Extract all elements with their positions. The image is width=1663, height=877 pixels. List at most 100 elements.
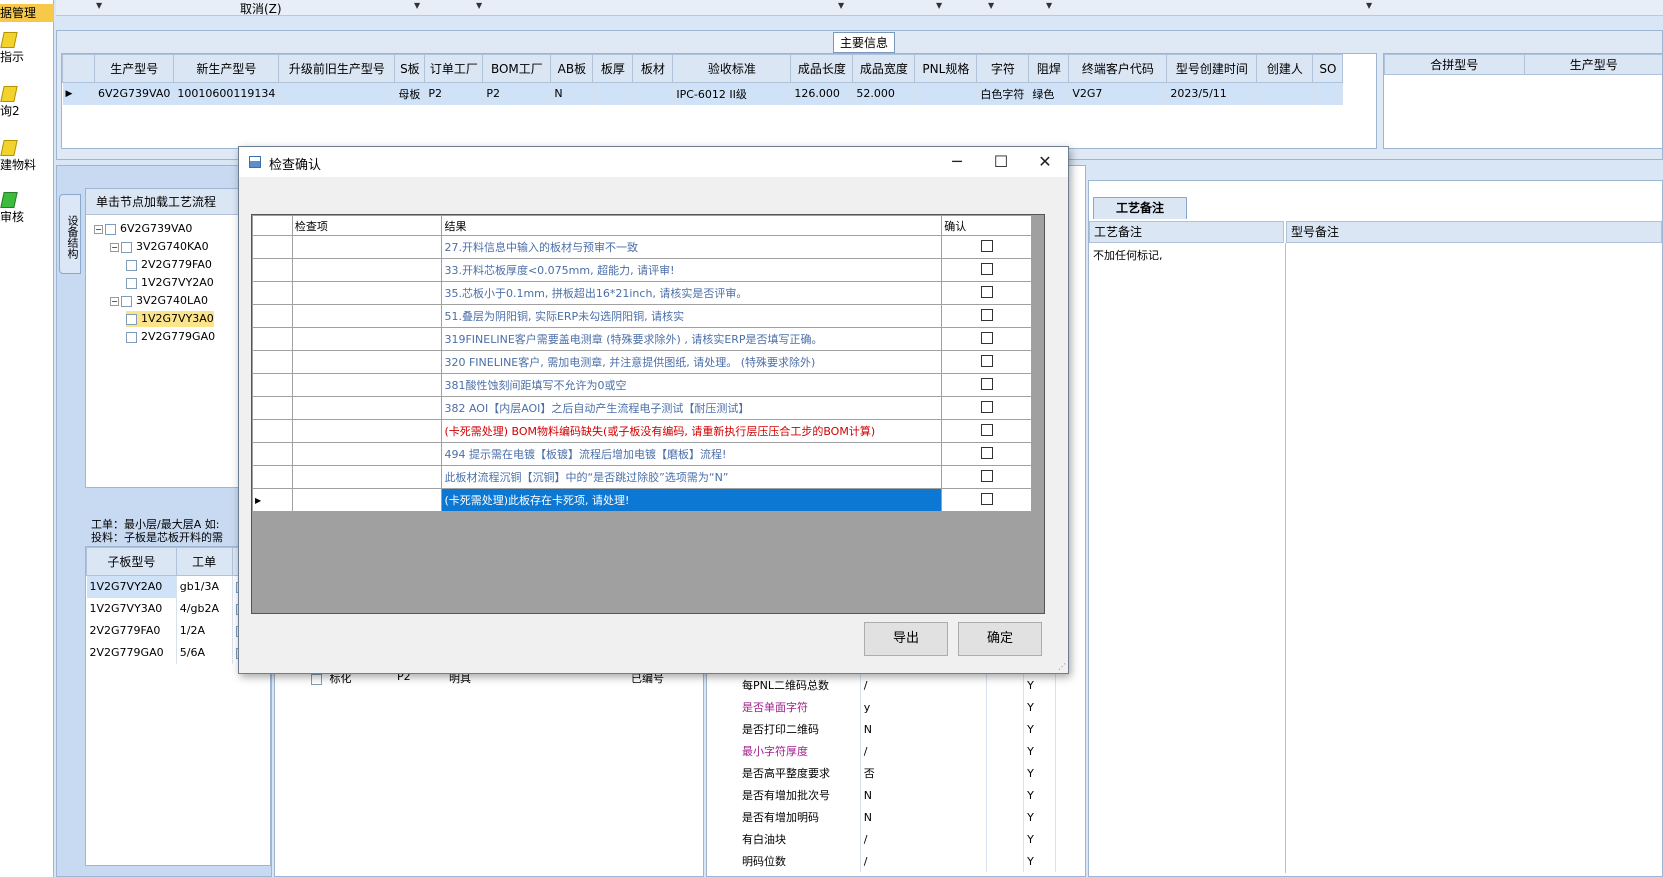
result-cell[interactable]: (卡死需处理) BOM物料编码缺失(或子板没有编码, 请重新执行层压压合工步的B… [441, 419, 943, 443]
param-value[interactable]: / [860, 850, 988, 872]
table-row[interactable]: 明码位数 / Y [739, 850, 1085, 872]
table-row[interactable]: (卡死需处理) BOM物料编码缺失(或子板没有编码, 请重新执行层压压合工步的B… [252, 419, 1032, 443]
check-item-cell[interactable] [291, 442, 443, 466]
table-cell[interactable]: 白色字符 [976, 82, 1030, 105]
dialog-titlebar[interactable]: 检查确认 ─ ☐ ✕ [239, 147, 1068, 177]
param-value[interactable]: / [860, 828, 988, 850]
confirm-checkbox[interactable] [980, 308, 993, 321]
result-cell[interactable]: 381酸性蚀刻间距填写不允许为0或空 [441, 373, 943, 397]
table-cell[interactable]: 126.000 [790, 82, 854, 105]
collapse-icon[interactable]: − [110, 296, 119, 306]
tab-device-structure[interactable]: 设备结构 [59, 194, 81, 274]
confirm-checkbox[interactable] [980, 446, 993, 459]
check-item-cell[interactable] [291, 235, 443, 259]
column-header[interactable]: 创建人 [1256, 54, 1314, 83]
dropdown-arrow-icon[interactable]: ▼ [1366, 1, 1372, 10]
check-item-cell[interactable] [291, 258, 443, 282]
column-header-check-item[interactable]: 检查项 [291, 215, 443, 236]
resize-grip-icon[interactable]: ⋰ [1058, 662, 1066, 671]
column-header[interactable]: BOM工厂 [482, 54, 552, 83]
check-item-cell[interactable] [291, 281, 443, 305]
tree-node[interactable]: − 3V2G740KA0 [110, 239, 209, 255]
param-value[interactable]: 否 [860, 762, 988, 784]
table-cell[interactable] [278, 82, 396, 105]
table-row[interactable]: 是否高平整度要求否 Y [739, 762, 1085, 784]
confirm-checkbox[interactable] [980, 377, 993, 390]
table-cell[interactable]: P2 [424, 82, 484, 105]
table-row[interactable]: ▶ (卡死需处理)此板存在卡死项, 请处理! [252, 488, 1032, 512]
check-item-cell[interactable] [291, 396, 443, 420]
maximize-icon[interactable]: ☐ [979, 147, 1023, 177]
column-header[interactable]: 合拼型号 [1384, 54, 1525, 75]
check-items-grid[interactable]: 检查项 结果 确认 27.开料信息中输入的板材与预审不一致 33.开料芯板厚度<0… [251, 214, 1045, 614]
table-row[interactable]: 27.开料信息中输入的板材与预审不一致 [252, 235, 1032, 259]
tree-node[interactable]: 1V2G7VY2A0 [126, 275, 214, 291]
confirm-checkbox[interactable] [980, 400, 993, 413]
tab-process-remarks[interactable]: 工艺备注 [1093, 197, 1187, 219]
table-row[interactable]: 494 提示需在电镀【板镀】流程后增加电镀【磨板】流程! [252, 442, 1032, 466]
table-cell[interactable]: 10010600119134 [173, 82, 280, 105]
table-cell[interactable]: 绿色 [1028, 82, 1070, 105]
param-value[interactable]: N [860, 718, 988, 740]
node-checkbox[interactable] [126, 277, 137, 289]
table-cell[interactable]: 52.000 [852, 82, 916, 105]
cancel-button[interactable]: 取消(Z) [240, 0, 282, 17]
table-cell[interactable] [1256, 82, 1314, 105]
result-cell[interactable]: 33.开料芯板厚度<0.075mm, 超能力, 请评审! [441, 258, 943, 282]
tree-node[interactable]: − 3V2G740LA0 [110, 293, 208, 309]
column-header[interactable]: 阻焊 [1028, 54, 1070, 83]
tree-node[interactable]: 1V2G7VY3A0 [126, 311, 214, 327]
table-row[interactable]: 是否有增加明码 N Y [739, 806, 1085, 828]
check-item-cell[interactable] [291, 350, 443, 374]
param-value[interactable]: / [860, 740, 988, 762]
nav-item-query2[interactable]: 询2 [0, 86, 54, 119]
check-item-cell[interactable] [291, 465, 443, 489]
confirm-checkbox[interactable] [980, 423, 993, 436]
collapse-icon[interactable]: − [110, 242, 119, 252]
dropdown-arrow-icon[interactable]: ▼ [414, 1, 420, 10]
node-checkbox[interactable] [126, 259, 137, 271]
result-cell[interactable]: 382 AOI【内层AOI】之后自动产生流程电子测试【耐压测试】 [441, 396, 943, 420]
table-row[interactable]: 319FINELINE客户需要盖电测章 (特殊要求除外) , 请核实ERP是否填… [252, 327, 1032, 351]
close-icon[interactable]: ✕ [1023, 147, 1067, 177]
confirm-checkbox[interactable] [980, 285, 993, 298]
ok-button[interactable]: 确定 [958, 622, 1042, 656]
table-row[interactable]: 是否打印二维码 N Y [739, 718, 1085, 740]
table-cell[interactable]: 2023/5/11 [1166, 82, 1258, 105]
row-checkbox[interactable] [311, 673, 322, 685]
check-item-cell[interactable] [291, 304, 443, 328]
table-cell[interactable]: 母板 [394, 82, 426, 105]
result-cell[interactable]: 27.开料信息中输入的板材与预审不一致 [441, 235, 943, 259]
nav-item-data-management[interactable]: 据管理 [0, 4, 54, 22]
process-remark-text[interactable]: 不加任何标记, [1093, 247, 1163, 263]
result-cell[interactable]: (卡死需处理)此板存在卡死项, 请处理! [441, 488, 943, 512]
confirm-checkbox[interactable] [980, 331, 993, 344]
table-cell[interactable]: 6V2G739VA0 [94, 82, 175, 105]
nav-item-review[interactable]: 审核 [0, 192, 54, 225]
table-row[interactable]: 33.开料芯板厚度<0.075mm, 超能力, 请评审! [252, 258, 1032, 282]
table-row[interactable]: 51.叠层为阴阳铜, 实际ERP未勾选阴阳铜, 请核实 [252, 304, 1032, 328]
param-value[interactable]: N [860, 784, 988, 806]
column-header[interactable]: 生产型号 [1523, 54, 1662, 75]
param-value[interactable]: N [860, 806, 988, 828]
confirm-checkbox[interactable] [980, 354, 993, 367]
table-cell[interactable] [592, 82, 634, 105]
tree-node[interactable]: 2V2G779GA0 [126, 329, 215, 345]
column-header[interactable]: 订单工厂 [424, 54, 484, 83]
table-cell[interactable]: P2 [482, 82, 552, 105]
column-header[interactable]: SO [1312, 54, 1344, 83]
table-row[interactable]: 此板材流程沉铜【沉铜】中的“是否跳过除胶”选项需为“N” [252, 465, 1032, 489]
column-header[interactable]: 型号创建时间 [1166, 54, 1258, 83]
column-header-confirm[interactable]: 确认 [941, 215, 1032, 236]
result-cell[interactable]: 51.叠层为阴阳铜, 实际ERP未勾选阴阳铜, 请核实 [441, 304, 943, 328]
table-row[interactable]: 382 AOI【内层AOI】之后自动产生流程电子测试【耐压测试】 [252, 396, 1032, 420]
tree-node[interactable]: 2V2G779FA0 [126, 257, 212, 273]
column-header[interactable]: 工单 [175, 547, 233, 576]
node-checkbox[interactable] [105, 223, 116, 235]
table-row[interactable]: 320 FINELINE客户, 需加电测章, 并注意提供图纸, 请处理。 (特殊… [252, 350, 1032, 374]
column-header[interactable]: 子板型号 [86, 547, 177, 576]
column-header[interactable]: 成品长度 [790, 54, 854, 83]
node-checkbox[interactable] [121, 295, 132, 307]
confirm-checkbox[interactable] [980, 469, 993, 482]
dropdown-arrow-icon[interactable]: ▼ [96, 1, 102, 10]
